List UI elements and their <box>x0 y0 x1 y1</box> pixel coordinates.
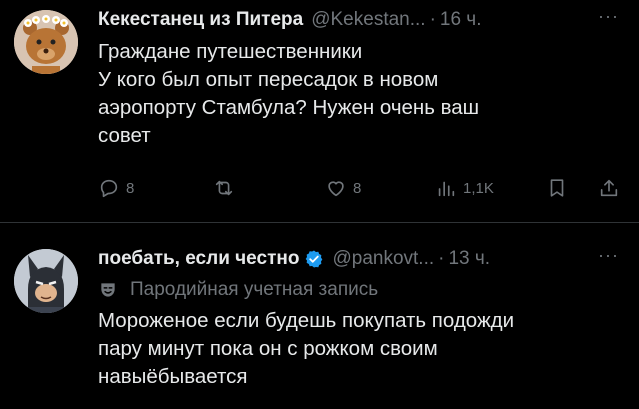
like-icon <box>328 181 344 197</box>
author-handle[interactable]: @pankovt... <box>332 248 434 270</box>
share-button[interactable] <box>598 177 620 199</box>
batman-avatar-image <box>14 249 78 313</box>
parody-mask-icon <box>101 283 115 297</box>
retweet-button[interactable] <box>213 177 235 199</box>
separator-dot: · <box>438 248 445 269</box>
views-count: 1,1K <box>463 179 494 197</box>
reply-icon <box>100 179 118 198</box>
avatar-bear[interactable] <box>14 10 78 74</box>
timestamp[interactable]: 13 ч. <box>448 248 490 270</box>
more-options-button[interactable]: ··· <box>598 245 619 266</box>
author-name[interactable]: Кекестанец из Питера <box>98 9 303 31</box>
bookmark-button[interactable] <box>546 177 568 199</box>
tweet-text: Граждане путешественники У кого был опыт… <box>98 40 480 147</box>
tweet-1[interactable]: Кекестанец из Питера @Kekestan... · 16 ч… <box>0 0 639 215</box>
parody-label-text: Пародийная учетная запись <box>130 279 379 300</box>
views-icon <box>438 181 455 197</box>
tweet-text: Мороженое если будешь покупать подожди п… <box>98 309 515 388</box>
tweet-actions: 8 8 1,1K <box>0 177 639 207</box>
separator-dot: · <box>429 9 436 30</box>
like-count: 8 <box>353 179 362 197</box>
retweet-icon <box>215 180 233 196</box>
views-button[interactable]: 1,1K <box>435 177 494 199</box>
verified-badge-icon <box>306 250 323 268</box>
tweet-2[interactable]: поебать, если честно @pankovt... · 13 ч.… <box>0 223 639 409</box>
share-icon <box>600 179 618 197</box>
bookmark-icon <box>550 179 564 197</box>
author-handle[interactable]: @Kekestan... <box>311 9 425 31</box>
reply-count: 8 <box>126 179 135 197</box>
bear-avatar-image <box>14 10 78 74</box>
timestamp[interactable]: 16 ч. <box>440 9 482 31</box>
author-name[interactable]: поебать, если честно <box>98 248 299 270</box>
more-options-button[interactable]: ··· <box>598 6 619 27</box>
parody-account-label: Пародийная учетная запись <box>98 276 639 304</box>
like-button[interactable]: 8 <box>325 177 361 199</box>
avatar-batman[interactable] <box>14 249 78 313</box>
reply-button[interactable]: 8 <box>98 177 134 199</box>
